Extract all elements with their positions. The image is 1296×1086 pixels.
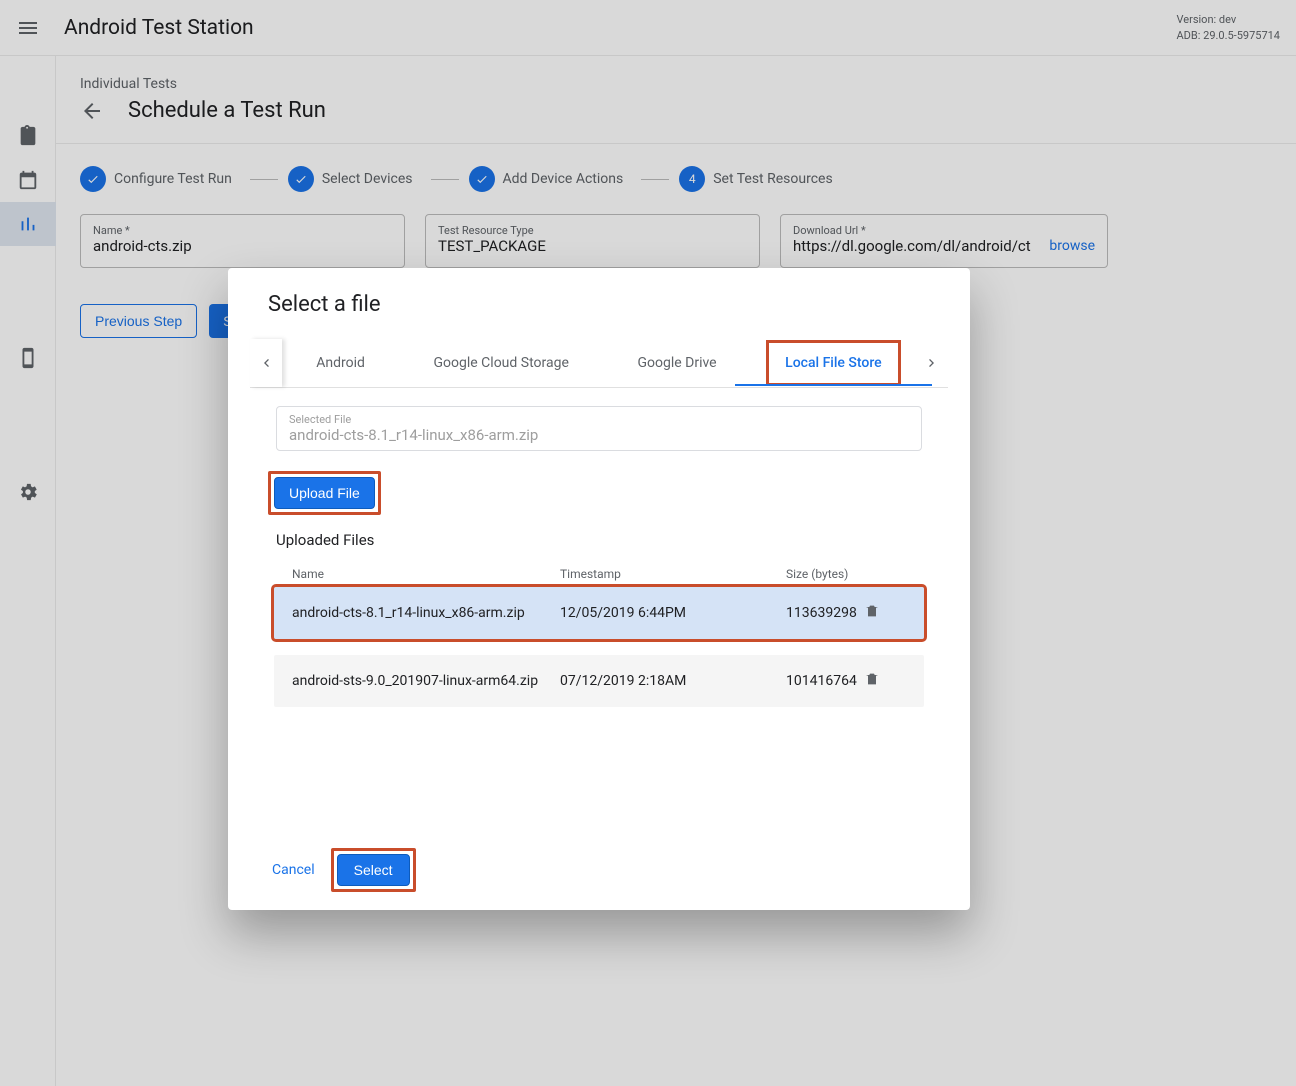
file-size: 101416764 [786, 673, 857, 689]
select-button[interactable]: Select [337, 854, 410, 886]
uploaded-files-title: Uploaded Files [276, 531, 948, 549]
tabs-row: Android Google Cloud Storage Google Driv… [250, 339, 948, 388]
col-timestamp: Timestamp [560, 567, 786, 581]
col-size: Size (bytes) [786, 567, 852, 581]
file-row-0[interactable]: android-cts-8.1_r14-linux_x86-arm.zip 12… [274, 587, 924, 639]
selected-file-label: Selected File [289, 413, 909, 426]
delete-file-button[interactable] [857, 671, 887, 691]
dialog-title: Select a file [250, 292, 948, 317]
dialog-actions: Cancel Select [250, 832, 948, 892]
delete-file-button[interactable] [857, 603, 887, 623]
tab-drive[interactable]: Google Drive [619, 341, 734, 385]
selected-file-value: android-cts-8.1_r14-linux_x86-arm.zip [289, 426, 909, 444]
col-delete [852, 567, 882, 581]
select-highlight: Select [331, 848, 416, 892]
tab-local-file-store[interactable]: Local File Store [767, 341, 899, 385]
tab-list: Android Google Cloud Storage Google Driv… [282, 341, 916, 385]
file-timestamp: 07/12/2019 2:18AM [560, 673, 786, 689]
tab-android[interactable]: Android [298, 341, 383, 385]
file-name: android-cts-8.1_r14-linux_x86-arm.zip [292, 605, 560, 621]
file-row-1[interactable]: android-sts-9.0_201907-linux-arm64.zip 0… [274, 655, 924, 707]
tab-scroll-left[interactable] [250, 339, 282, 387]
upload-highlight: Upload File [268, 471, 381, 515]
select-file-dialog: Select a file Android Google Cloud Stora… [228, 268, 970, 910]
tab-scroll-right[interactable] [916, 339, 948, 387]
selected-file-field[interactable]: Selected File android-cts-8.1_r14-linux_… [276, 406, 922, 451]
uploaded-files-table: Name Timestamp Size (bytes) android-cts-… [250, 561, 948, 832]
table-header: Name Timestamp Size (bytes) [274, 561, 924, 587]
upload-file-button[interactable]: Upload File [274, 477, 375, 509]
file-timestamp: 12/05/2019 6:44PM [560, 605, 786, 621]
col-name: Name [292, 567, 560, 581]
tab-gcs[interactable]: Google Cloud Storage [416, 341, 587, 385]
file-size: 113639298 [786, 605, 857, 621]
cancel-button[interactable]: Cancel [266, 856, 321, 884]
file-name: android-sts-9.0_201907-linux-arm64.zip [292, 673, 560, 689]
